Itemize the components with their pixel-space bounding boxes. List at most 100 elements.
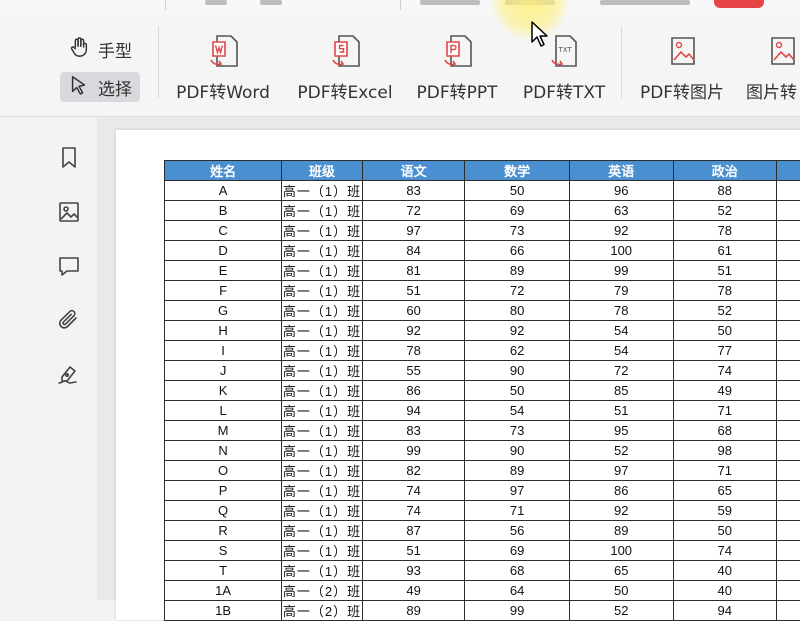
table-cell: 68 [673, 421, 776, 441]
table-cell: 高一（1）班 [282, 181, 363, 201]
table-cell: 95 [569, 421, 673, 441]
table-cell: 高一（1）班 [282, 261, 363, 281]
table-cell: 50 [569, 581, 673, 601]
table-cell: 78 [362, 341, 465, 361]
select-tool-button[interactable]: 选择 [60, 72, 140, 102]
table-cell: 高一（1）班 [282, 501, 363, 521]
table-row: S高一（1）班516910074 [165, 541, 800, 561]
table-cell: 96 [569, 181, 673, 201]
table-cell: T [165, 561, 282, 581]
image-to-pdf-button[interactable]: 图片转 [744, 24, 800, 110]
table-cell: 高一（1）班 [282, 281, 363, 301]
svg-text:TXT: TXT [558, 46, 573, 54]
pdf-to-excel-button[interactable]: PDF转Excel [293, 24, 397, 110]
table-cell: 51 [569, 401, 673, 421]
table-cell: 61 [673, 241, 776, 261]
table-cell: 68 [465, 561, 569, 581]
table-cell: I [165, 341, 282, 361]
table-row: E高一（1）班81899951 [165, 261, 800, 281]
table-cell: 49 [362, 581, 465, 601]
table-cell: 72 [465, 281, 569, 301]
top-tab-strip [0, 0, 800, 19]
table-cell: E [165, 261, 282, 281]
table-cell-cutoff [777, 181, 800, 201]
image-to-pdf-icon [764, 30, 800, 74]
table-cell: 74 [673, 361, 776, 381]
table-cell-cutoff [777, 441, 800, 461]
image-icon[interactable] [56, 199, 82, 225]
table-cell: 74 [673, 541, 776, 561]
table-cell: 85 [569, 381, 673, 401]
table-cell: C [165, 221, 282, 241]
table-cell: A [165, 181, 282, 201]
table-cell: 高一（1）班 [282, 521, 363, 541]
table-cell: 高一（1）班 [282, 361, 363, 381]
table-cell: 94 [362, 401, 465, 421]
pdf-to-ppt-button[interactable]: PDF转PPT [409, 24, 505, 110]
table-cell: 52 [569, 441, 673, 461]
left-sidebar [42, 117, 96, 600]
toolbar-divider [158, 26, 159, 98]
hand-tool-button[interactable]: 手型 [60, 34, 140, 64]
document-workspace[interactable]: 姓名班级语文数学英语政治 A高一（1）班83509688B高一（1）班72696… [97, 117, 800, 600]
tab-divider [400, 0, 401, 10]
table-row: J高一（1）班55907274 [165, 361, 800, 381]
cut-off-toolbar-icon [260, 0, 282, 5]
table-cell: H [165, 321, 282, 341]
table-cell-cutoff [777, 601, 800, 621]
table-cell-cutoff [777, 461, 800, 481]
table-cell: 54 [569, 341, 673, 361]
table-cell: 93 [362, 561, 465, 581]
column-header: 姓名 [165, 161, 282, 181]
table-cell: 100 [569, 541, 673, 561]
table-cell-cutoff [777, 521, 800, 541]
table-cell: 高一（1）班 [282, 561, 363, 581]
table-cell: O [165, 461, 282, 481]
table-cell-cutoff [777, 201, 800, 221]
pdf-to-image-button[interactable]: PDF转图片 [632, 24, 732, 110]
table-row: Q高一（1）班74719259 [165, 501, 800, 521]
paperclip-icon[interactable] [56, 307, 82, 333]
pdf-to-excel-icon [325, 30, 365, 74]
table-row: G高一（1）班60807852 [165, 301, 800, 321]
table-row: O高一（1）班82899771 [165, 461, 800, 481]
pdf-to-word-button[interactable]: PDF转Word [171, 24, 275, 110]
hand-tool-label: 手型 [98, 37, 132, 62]
table-cell: 高一（1）班 [282, 461, 363, 481]
table-cell-cutoff [777, 561, 800, 581]
table-cell: Q [165, 501, 282, 521]
table-cell: 52 [569, 601, 673, 621]
table-cell: 55 [362, 361, 465, 381]
table-cell: 54 [465, 401, 569, 421]
table-cell: F [165, 281, 282, 301]
table-cell: 74 [362, 501, 465, 521]
table-cell: 59 [673, 501, 776, 521]
pdf-to-image-label: PDF转图片 [640, 78, 724, 103]
table-cell: 64 [465, 581, 569, 601]
signature-pen-icon[interactable] [56, 361, 82, 387]
table-cell: 高一（2）班 [282, 601, 363, 621]
grades-table: 姓名班级语文数学英语政治 A高一（1）班83509688B高一（1）班72696… [164, 160, 800, 621]
table-cell: 74 [362, 481, 465, 501]
table-cell: 98 [673, 441, 776, 461]
table-cell: 51 [362, 281, 465, 301]
arrow-cursor-icon [68, 74, 90, 101]
table-row: A高一（1）班83509688 [165, 181, 800, 201]
table-cell: 56 [465, 521, 569, 541]
table-cell-cutoff [777, 541, 800, 561]
bookmark-icon[interactable] [56, 145, 82, 171]
table-cell-cutoff [777, 261, 800, 281]
comment-icon[interactable] [56, 253, 82, 279]
column-header-cutoff [777, 161, 800, 181]
table-cell: 87 [362, 521, 465, 541]
pdf-conversion-toolbar: 手型 选择 PDF转Word PDF转Excel [0, 18, 800, 117]
image-to-pdf-label: 图片转 [746, 78, 797, 103]
table-cell: 72 [569, 361, 673, 381]
table-cell: 89 [569, 521, 673, 541]
table-row: 1B高一（2）班89995294 [165, 601, 800, 621]
table-cell-cutoff [777, 581, 800, 601]
table-cell: 86 [362, 381, 465, 401]
table-cell: 高一（1）班 [282, 541, 363, 561]
table-cell: 65 [673, 481, 776, 501]
table-row: C高一（1）班97739278 [165, 221, 800, 241]
